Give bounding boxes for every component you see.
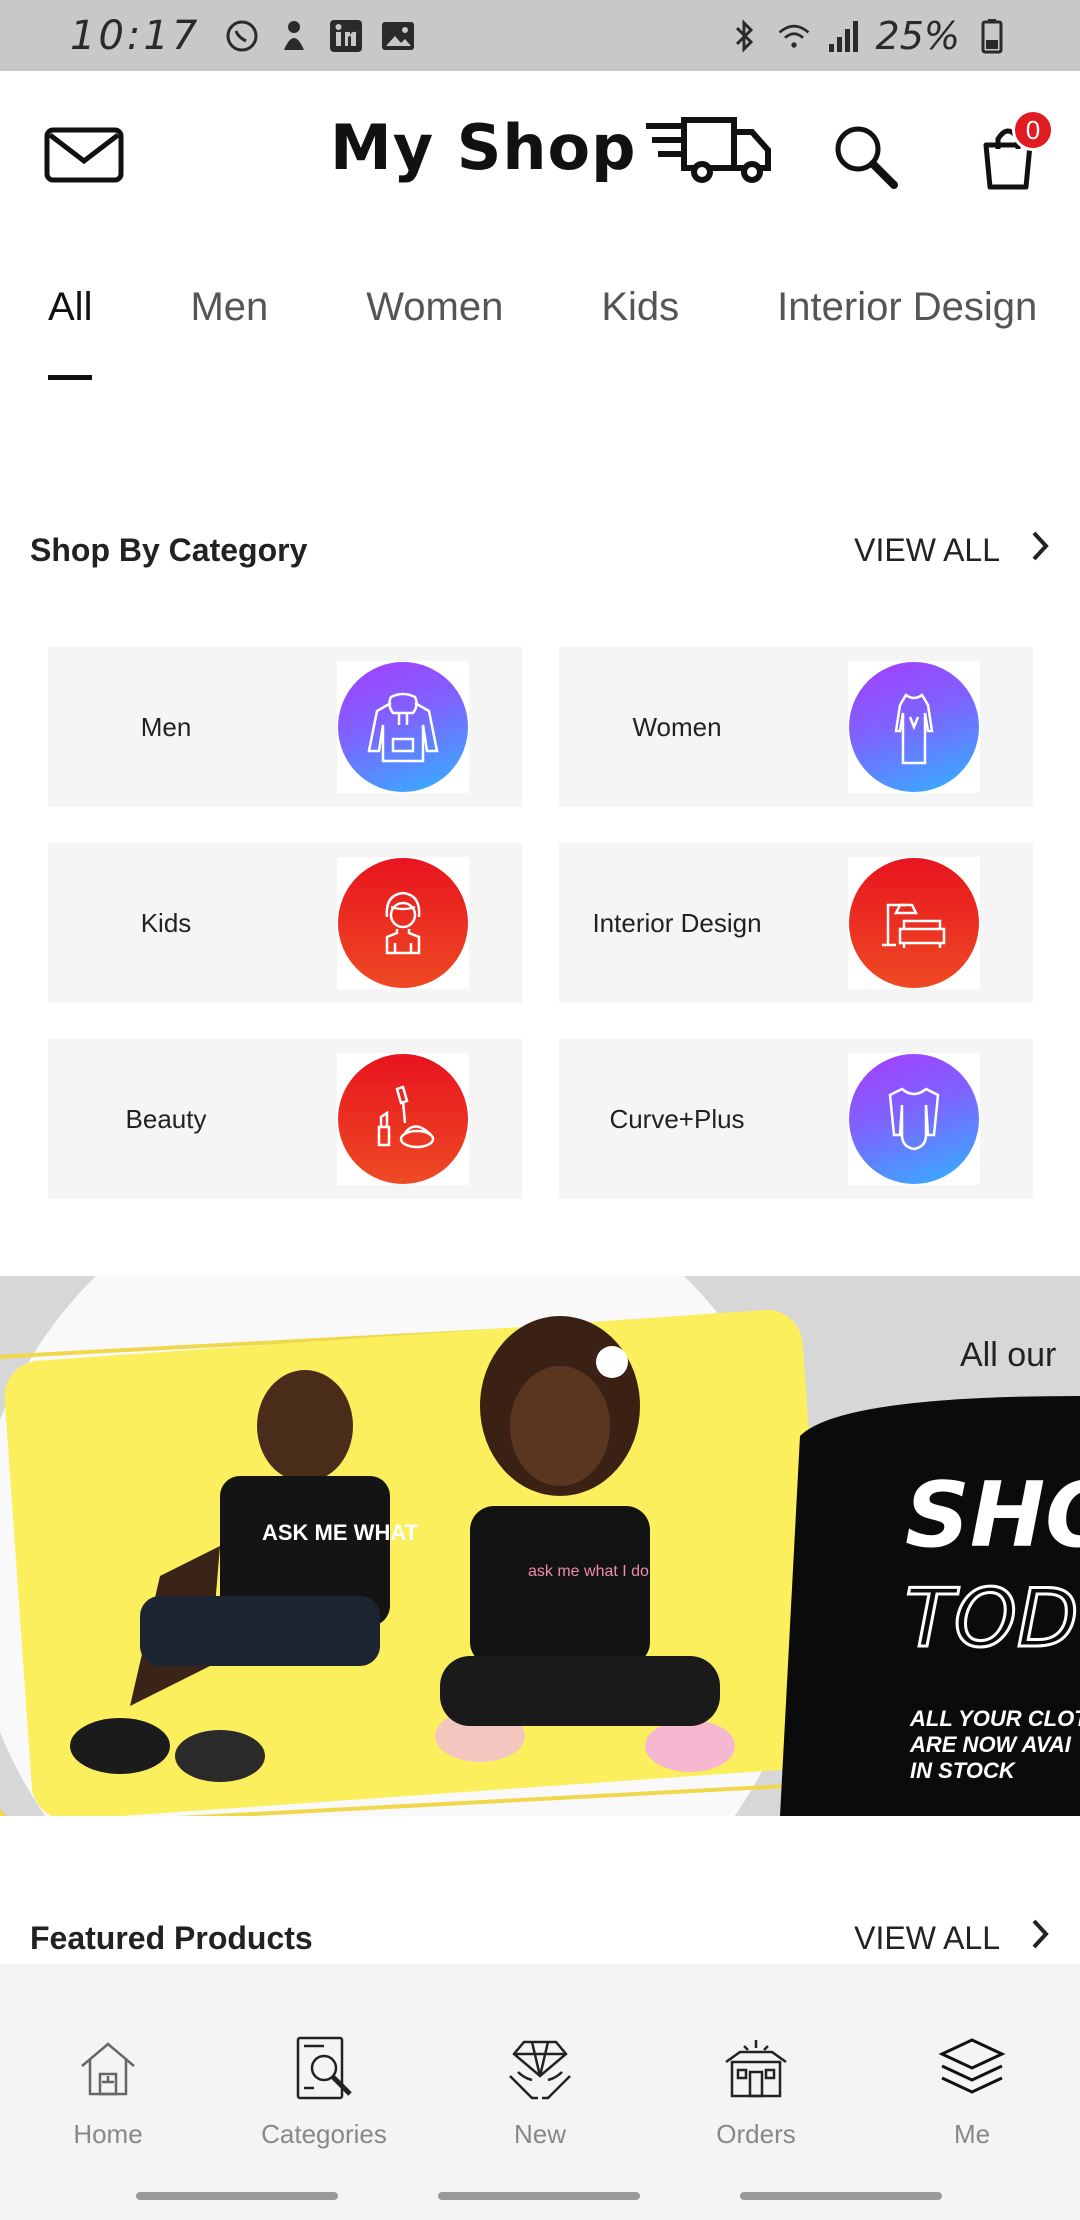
signal-icon: [826, 18, 862, 54]
section-title: Featured Products: [30, 1919, 313, 1956]
battery-percent: 25%: [875, 13, 960, 58]
gesture-pill: [136, 2192, 338, 2200]
view-all-label: VIEW ALL: [854, 1919, 1000, 1956]
brand-logo[interactable]: My Shop: [330, 111, 774, 184]
chevron-right-icon: [1030, 1918, 1050, 1958]
category-label: Interior Design: [592, 907, 762, 938]
nav-label: New: [513, 2119, 566, 2149]
tab-men[interactable]: Men: [190, 285, 268, 330]
shirt-text-girl: ask me what I do: [528, 1563, 649, 1580]
status-bar: 10:17 25%: [0, 0, 1080, 71]
category-label: Beauty: [125, 1103, 207, 1134]
layers-icon: [936, 2032, 1008, 2109]
app-header: My Shop 0: [0, 71, 1080, 241]
banner-tagline: All our: [960, 1336, 1056, 1374]
mail-icon[interactable]: [44, 127, 124, 183]
nav-label: Me: [953, 2119, 991, 2149]
category-card-women[interactable]: Women: [559, 647, 1033, 807]
category-grid: Men Women Kids Interior Design Beauty Cu…: [48, 647, 1033, 1199]
nav-orders[interactable]: Orders: [648, 1964, 864, 2174]
category-card-curve-plus[interactable]: Curve+Plus: [559, 1039, 1033, 1199]
category-label: Curve+Plus: [609, 1103, 745, 1134]
categories-icon: [288, 2032, 360, 2109]
category-card-men[interactable]: Men: [48, 647, 522, 807]
dress-icon: [849, 662, 979, 792]
sofa-lamp-icon: [849, 858, 979, 988]
tab-women[interactable]: Women: [366, 285, 503, 330]
child-icon: [338, 858, 468, 988]
tab-kids[interactable]: Kids: [601, 285, 679, 330]
cart-count-badge: 0: [1012, 109, 1054, 151]
banner-headline-2: TOD: [905, 1572, 1078, 1665]
banner-subtext-1: ALL YOUR CLOT: [909, 1706, 1080, 1731]
category-card-kids[interactable]: Kids: [48, 843, 522, 1003]
category-card-interior-design[interactable]: Interior Design: [559, 843, 1033, 1003]
shop-by-category-header: Shop By Category VIEW ALL: [0, 520, 1080, 580]
search-icon[interactable]: [830, 121, 900, 191]
wifi-icon: [776, 18, 812, 54]
shirt-text-boy: ASK ME WHAT: [262, 1520, 419, 1545]
nav-new[interactable]: New: [432, 1964, 648, 2174]
category-card-beauty[interactable]: Beauty: [48, 1039, 522, 1199]
bodysuit-icon: [849, 1054, 979, 1184]
nav-label: Orders: [716, 2119, 796, 2149]
whatsapp-icon: [224, 18, 260, 54]
banner-subtext-2: ARE NOW AVAI: [909, 1732, 1072, 1757]
linkedin-icon: [328, 18, 364, 54]
battery-icon: [974, 18, 1010, 54]
view-all-categories-button[interactable]: VIEW ALL: [854, 530, 1050, 570]
nav-label: Categories: [261, 2119, 387, 2149]
home-icon: [72, 2032, 144, 2109]
nav-me[interactable]: Me: [864, 1964, 1080, 2174]
nav-label: Home: [73, 2119, 143, 2149]
nav-categories[interactable]: Categories: [216, 1964, 432, 2174]
status-time: 10:17: [70, 12, 201, 59]
category-label: Kids: [140, 907, 192, 938]
gesture-pill: [740, 2192, 942, 2200]
makeup-icon: [338, 1054, 468, 1184]
nav-home[interactable]: Home: [0, 1964, 216, 2174]
section-title: Shop By Category: [30, 531, 308, 568]
gesture-pill: [438, 2192, 640, 2200]
tab-all[interactable]: All: [48, 285, 93, 380]
view-all-label: VIEW ALL: [854, 531, 1000, 568]
category-label: Women: [632, 711, 722, 742]
category-label: Men: [140, 711, 192, 742]
banner-headline-1: SHO: [905, 1463, 1080, 1568]
app-title: My Shop: [330, 111, 637, 184]
bluetooth-icon: [726, 18, 762, 54]
bottom-navigation: Home Categories New Orders Me: [0, 1964, 1080, 2174]
diamond-icon: [504, 2032, 576, 2109]
category-tabs: All Men Women Kids Interior Design: [0, 241, 1080, 401]
hoodie-icon: [338, 662, 468, 792]
orders-icon: [720, 2032, 792, 2109]
truck-icon: [644, 112, 774, 184]
chevron-right-icon: [1030, 530, 1050, 570]
notification-icon: [276, 18, 312, 54]
gallery-icon: [380, 18, 416, 54]
promo-banner[interactable]: ASK ME WHAT ask me what I do All our SHO…: [0, 1276, 1080, 1816]
tab-interior-design[interactable]: Interior Design: [777, 285, 1037, 330]
featured-products-header: Featured Products VIEW ALL: [0, 1908, 1080, 1968]
gesture-bar: [0, 2174, 1080, 2220]
view-all-featured-button[interactable]: VIEW ALL: [854, 1918, 1050, 1958]
banner-subtext-3: IN STOCK: [910, 1758, 1017, 1783]
